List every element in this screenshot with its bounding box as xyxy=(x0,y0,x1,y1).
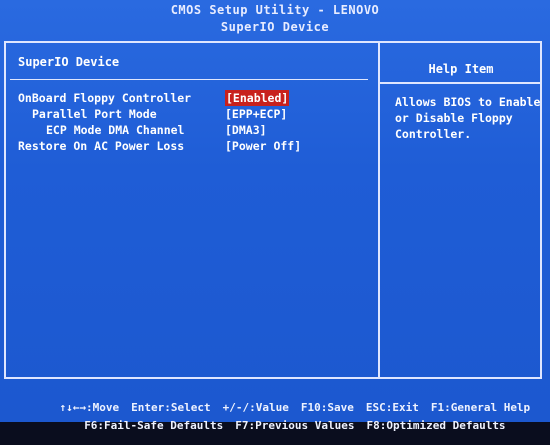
section-title-rule xyxy=(10,79,368,80)
section-title: SuperIO Device xyxy=(18,55,120,69)
setting-value[interactable]: [Enabled] xyxy=(225,90,290,106)
setting-row-onboard-floppy-controller[interactable]: OnBoard Floppy Controller [Enabled] xyxy=(0,90,378,106)
hotkey-previous-values: F7:Previous Values xyxy=(235,419,355,432)
page-title: SuperIO Device xyxy=(220,20,330,34)
setting-value[interactable]: [DMA3] xyxy=(225,122,267,138)
setting-label: OnBoard Floppy Controller xyxy=(18,91,192,105)
help-line: Controller. xyxy=(395,127,472,141)
bios-screen: CMOS Setup Utility - LENOVO SuperIO Devi… xyxy=(0,0,550,432)
setting-label: ECP Mode DMA Channel xyxy=(46,123,185,137)
setting-row-ecp-mode-dma-channel[interactable]: ECP Mode DMA Channel [DMA3] xyxy=(0,122,378,138)
setting-label: Parallel Port Mode xyxy=(32,107,157,121)
key-legend-line-2: F6:Fail-Safe Defaults F7:Previous Values F… xyxy=(0,406,550,445)
hotkey-fail-safe-defaults: F6:Fail-Safe Defaults xyxy=(84,419,224,432)
header: CMOS Setup Utility - LENOVO SuperIO Devi… xyxy=(0,0,550,40)
setting-row-restore-on-ac-power-loss[interactable]: Restore On AC Power Loss [Power Off] xyxy=(0,138,378,154)
help-title: Help Item xyxy=(428,62,494,76)
utility-title: CMOS Setup Utility - LENOVO xyxy=(170,3,380,17)
help-title-rule xyxy=(380,82,540,84)
setting-label: Restore On AC Power Loss xyxy=(18,139,185,153)
key-legend: ↑↓←→:Move Enter:Select +/-/:Value F10:Save E… xyxy=(0,382,550,432)
hotkey-optimized-defaults: F8:Optimized Defaults xyxy=(366,419,506,432)
help-line: Allows BIOS to Enable xyxy=(395,95,541,109)
panel-divider xyxy=(378,41,380,379)
setting-value[interactable]: [EPP+ECP] xyxy=(225,106,287,122)
setting-value[interactable]: [Power Off] xyxy=(225,138,301,154)
help-text: Allows BIOS to Enable or Disable Floppy … xyxy=(395,94,540,142)
help-line: or Disable Floppy xyxy=(395,111,513,125)
setting-row-parallel-port-mode[interactable]: Parallel Port Mode [EPP+ECP] xyxy=(0,106,378,122)
